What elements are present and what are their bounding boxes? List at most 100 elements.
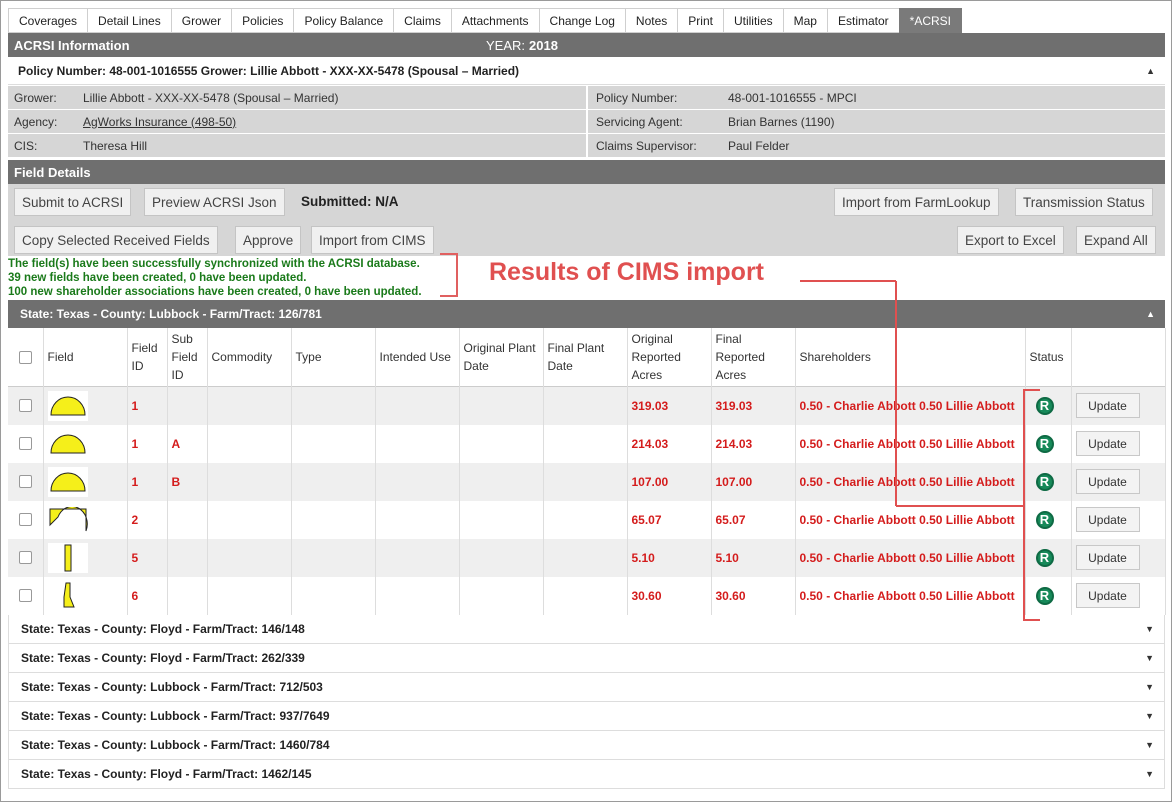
tab-change-log[interactable]: Change Log (538, 8, 625, 33)
field-details-toolbar: Submit to ACRSI Preview ACRSI Json Submi… (8, 184, 1165, 256)
agency-link[interactable]: AgWorks Insurance (498-50) (83, 115, 236, 129)
preview-acrsi-json-button[interactable]: Preview ACRSI Json (144, 188, 285, 216)
tab-grower[interactable]: Grower (170, 8, 232, 33)
col-final-plant-date: Final Plant Date (543, 328, 628, 387)
tab-coverages[interactable]: Coverages (8, 8, 88, 33)
update-button[interactable]: Update (1075, 469, 1140, 494)
expand-down-icon[interactable]: ▼ (1145, 682, 1154, 692)
update-button[interactable]: Update (1075, 507, 1140, 532)
sub-field-id (167, 538, 208, 577)
servicing-agent-label: Servicing Agent: (596, 114, 683, 129)
grower-label: Grower: (14, 90, 57, 105)
group-header-collapsed[interactable]: State: Texas - County: Lubbock - Farm/Tr… (8, 730, 1165, 760)
select-all-checkbox[interactable] (18, 350, 32, 364)
row-checkbox[interactable] (18, 589, 32, 602)
cis-row: CIS: Theresa Hill (8, 134, 586, 157)
claims-supervisor-label: Claims Supervisor: (596, 138, 697, 153)
row-checkbox[interactable] (18, 551, 32, 564)
tab-notes[interactable]: Notes (624, 8, 678, 33)
submit-to-acrsi-button[interactable]: Submit to ACRSI (14, 188, 132, 216)
status-received-icon: R (1035, 510, 1054, 529)
import-from-farmlookup-button[interactable]: Import from FarmLookup (834, 188, 999, 216)
final-acres: 107.00 (711, 462, 796, 501)
tab-claims[interactable]: Claims (393, 8, 451, 33)
page-title: ACRSI Information (14, 37, 130, 53)
tab-map[interactable]: Map (782, 8, 827, 33)
update-button[interactable]: Update (1075, 583, 1140, 608)
shareholders: 0.50 - Charlie Abbott 0.50 Lillie Abbott (795, 424, 1026, 463)
tab-print[interactable]: Print (677, 8, 723, 33)
field-details-title: Field Details (14, 164, 91, 180)
original-acres: 65.07 (627, 500, 712, 539)
group-header-collapsed[interactable]: State: Texas - County: Floyd - Farm/Trac… (8, 643, 1165, 673)
original-acres: 5.10 (627, 538, 712, 577)
field-id: 6 (127, 576, 168, 615)
tab-detail-lines[interactable]: Detail Lines (87, 8, 171, 33)
field-id: 5 (127, 538, 168, 577)
expand-down-icon[interactable]: ▼ (1145, 740, 1154, 750)
sub-field-id: A (167, 424, 208, 463)
shareholders-created-message: 100 new shareholder associations have be… (8, 286, 422, 298)
update-button[interactable]: Update (1075, 545, 1140, 570)
col-field: Field (43, 328, 128, 387)
update-button[interactable]: Update (1075, 431, 1140, 456)
shareholders: 0.50 - Charlie Abbott 0.50 Lillie Abbott (795, 386, 1026, 425)
submitted-value: N/A (375, 194, 399, 209)
export-to-excel-button[interactable]: Export to Excel (957, 226, 1064, 254)
policy-summary-toggle[interactable]: Policy Number: 48-001-1016555 Grower: Li… (8, 57, 1165, 85)
expand-down-icon[interactable]: ▼ (1145, 624, 1154, 634)
col-field-id: Field ID (127, 328, 168, 387)
transmission-status-button[interactable]: Transmission Status (1015, 188, 1153, 216)
expand-down-icon[interactable]: ▼ (1145, 769, 1154, 779)
tab-estimator[interactable]: Estimator (826, 8, 899, 33)
approve-button[interactable]: Approve (235, 226, 302, 254)
collapse-up-icon[interactable]: ▲ (1146, 66, 1155, 76)
servicing-agent-value: Brian Barnes (1190) (728, 114, 835, 129)
tab-attachments[interactable]: Attachments (450, 8, 539, 33)
table-row: 6 30.60 30.60 0.50 - Charlie Abbott 0.50… (8, 576, 1166, 615)
sub-field-id (167, 386, 208, 425)
cis-label: CIS: (14, 138, 38, 153)
group-title: State: Texas - County: Floyd - Farm/Trac… (21, 621, 305, 636)
col-action (1071, 328, 1166, 387)
acrsi-header: ACRSI Information YEAR: 2018 (8, 33, 1165, 57)
tab-policy-balance[interactable]: Policy Balance (293, 8, 394, 33)
field-id: 2 (127, 500, 168, 539)
expand-down-icon[interactable]: ▼ (1145, 711, 1154, 721)
update-button[interactable]: Update (1075, 393, 1140, 419)
expand-all-button[interactable]: Expand All (1076, 226, 1156, 254)
row-checkbox[interactable] (18, 475, 32, 488)
status-received-icon: R (1035, 434, 1054, 453)
select-all-cell (8, 328, 44, 387)
col-original-plant-date: Original Plant Date (459, 328, 544, 387)
status-received-icon: R (1035, 548, 1054, 567)
group-header-collapsed[interactable]: State: Texas - County: Lubbock - Farm/Tr… (8, 701, 1165, 731)
import-from-cims-button[interactable]: Import from CIMS (311, 226, 434, 254)
row-checkbox[interactable] (18, 399, 32, 413)
tab-acrsi[interactable]: *ACRSI (898, 8, 963, 33)
year-label: YEAR: (486, 37, 526, 53)
field-shape-half-dome-icon (47, 466, 88, 497)
table-row: 1 B 107.00 107.00 0.50 - Charlie Abbott … (8, 462, 1166, 501)
annotation-label: Results of CIMS import (489, 258, 765, 286)
shareholders: 0.50 - Charlie Abbott 0.50 Lillie Abbott (795, 538, 1026, 577)
policy-info-grid: Grower: Lillie Abbott - XXX-XX-5478 (Spo… (8, 86, 1165, 158)
expand-down-icon[interactable]: ▼ (1145, 653, 1154, 663)
tab-policies[interactable]: Policies (231, 8, 294, 33)
group-header-collapsed[interactable]: State: Texas - County: Floyd - Farm/Trac… (8, 614, 1165, 644)
row-checkbox[interactable] (18, 513, 32, 526)
field-shape-strip-icon (47, 542, 88, 573)
field-shape-arch-icon (47, 504, 88, 535)
copy-selected-received-fields-button[interactable]: Copy Selected Received Fields (14, 226, 218, 254)
group-header-expanded[interactable]: State: Texas - County: Lubbock - Farm/Tr… (8, 300, 1165, 328)
fields-table: Field Field ID Sub Field ID Commodity Ty… (8, 328, 1166, 615)
field-id: 1 (127, 424, 168, 463)
group-header-collapsed[interactable]: State: Texas - County: Lubbock - Farm/Tr… (8, 672, 1165, 702)
row-checkbox[interactable] (18, 437, 32, 450)
annotation-bracket-messages (440, 253, 458, 297)
field-shape-half-dome-icon (47, 390, 88, 421)
tab-utilities[interactable]: Utilities (722, 8, 783, 33)
group-header-collapsed[interactable]: State: Texas - County: Floyd - Farm/Trac… (8, 759, 1165, 789)
collapse-up-icon[interactable]: ▲ (1146, 309, 1155, 319)
original-acres: 214.03 (627, 424, 712, 463)
